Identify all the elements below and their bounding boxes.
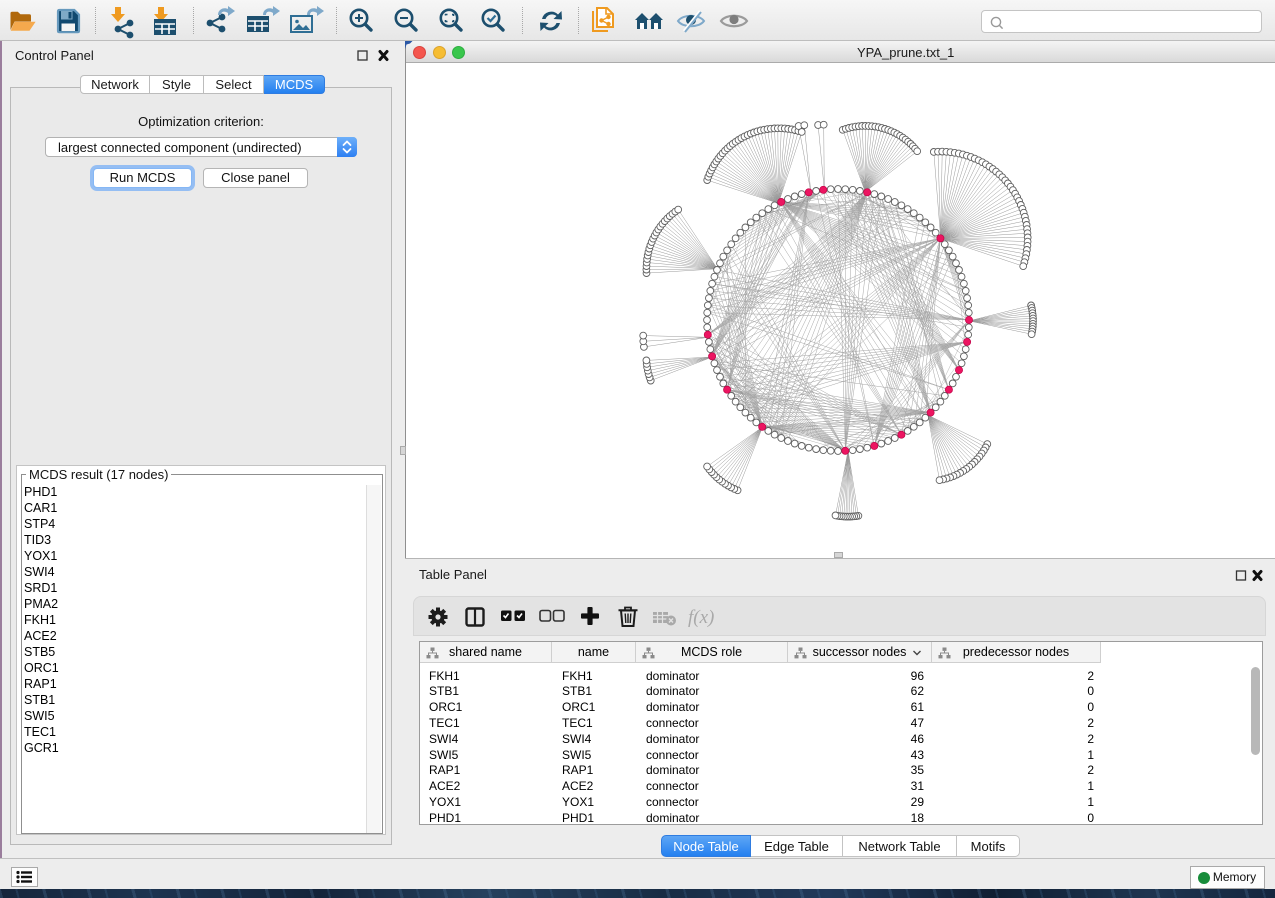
svg-text:f(x): f(x) [688,607,714,628]
